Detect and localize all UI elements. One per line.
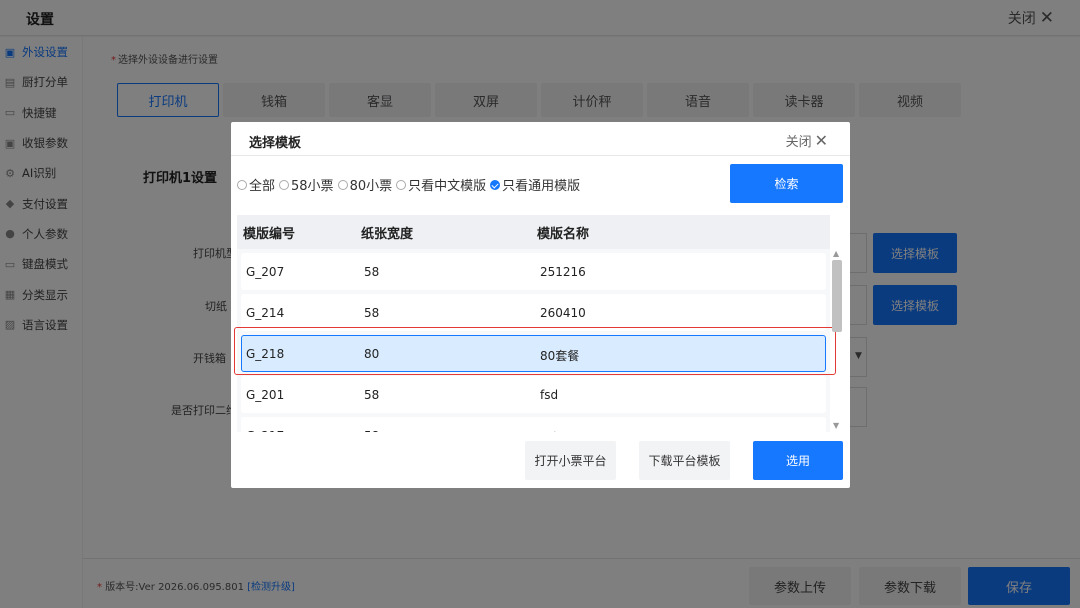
filter-label: 全部 — [249, 179, 276, 194]
scroll-down-icon[interactable]: ▼ — [833, 421, 839, 430]
cell-width: 58 — [364, 265, 380, 279]
open-ticket-platform-button[interactable]: 打开小票平台 — [525, 441, 616, 480]
cell-id: G_207 — [246, 265, 285, 279]
dialog-close-button[interactable]: 关闭 ✕ — [786, 131, 828, 150]
template-filters: 全部 58小票 80小票 只看中文模版 只看通用模版 — [237, 175, 584, 194]
radio-checked-icon — [490, 179, 501, 190]
cell-id: G_201 — [246, 388, 285, 402]
filter-label: 只看中文模版 — [408, 179, 487, 194]
template-table-header: 模版编号 纸张宽度 模版名称 — [237, 215, 830, 249]
filter-80-ticket[interactable]: 80小票 — [337, 175, 393, 194]
selection-highlight-box — [234, 327, 836, 375]
search-button[interactable]: 检索 — [730, 164, 843, 203]
radio-icon — [279, 179, 290, 190]
filter-generic-only[interactable]: 只看通用模版 — [490, 175, 580, 194]
select-template-confirm-button[interactable]: 选用 — [753, 441, 843, 480]
cell-id: G_214 — [246, 306, 285, 320]
cell-name: fsd — [540, 388, 559, 402]
dialog-close-label: 关闭 — [785, 135, 812, 150]
filter-58-ticket[interactable]: 58小票 — [279, 175, 334, 194]
table-row[interactable]: G_214 58 260410 — [241, 294, 826, 331]
radio-icon — [237, 179, 247, 190]
close-icon: ✕ — [814, 131, 828, 150]
cell-name: 251216 — [540, 265, 586, 279]
select-template-dialog: 选择模板 关闭 ✕ 全部 58小票 80小票 只看中文模版 只看通用模版 检索 模… — [231, 122, 850, 488]
cell-id: G_217 — [246, 429, 284, 432]
radio-icon — [396, 179, 407, 190]
filter-label: 只看通用模版 — [502, 179, 581, 194]
column-header-width: 纸张宽度 — [361, 226, 414, 242]
filter-all[interactable]: 全部 — [237, 175, 275, 194]
filter-label: 80小票 — [349, 179, 393, 194]
cell-name: 厨打 — [540, 429, 564, 432]
table-row[interactable]: G_207 58 251216 — [241, 253, 826, 290]
column-header-name: 模版名称 — [537, 226, 590, 242]
scroll-up-icon[interactable]: ▲ — [833, 249, 839, 258]
dialog-title: 选择模板 — [249, 136, 302, 151]
column-header-id: 模版编号 — [243, 226, 296, 242]
download-platform-template-button[interactable]: 下载平台模板 — [639, 441, 730, 480]
cell-width: 58 — [364, 306, 380, 320]
radio-icon — [337, 179, 348, 190]
table-row[interactable]: G_201 58 fsd — [241, 376, 826, 413]
cell-width: 58 — [364, 429, 379, 432]
cell-name: 260410 — [540, 306, 586, 320]
cell-width: 58 — [364, 388, 380, 402]
scrollbar-thumb[interactable] — [832, 260, 842, 332]
filter-label: 58小票 — [291, 179, 334, 194]
filter-chinese-only[interactable]: 只看中文模版 — [396, 175, 486, 194]
table-row[interactable]: G_217 58 厨打 — [241, 417, 826, 432]
dialog-header: 选择模板 关闭 ✕ — [231, 122, 850, 156]
table-scrollbar[interactable]: ▲ ▼ — [831, 249, 843, 432]
